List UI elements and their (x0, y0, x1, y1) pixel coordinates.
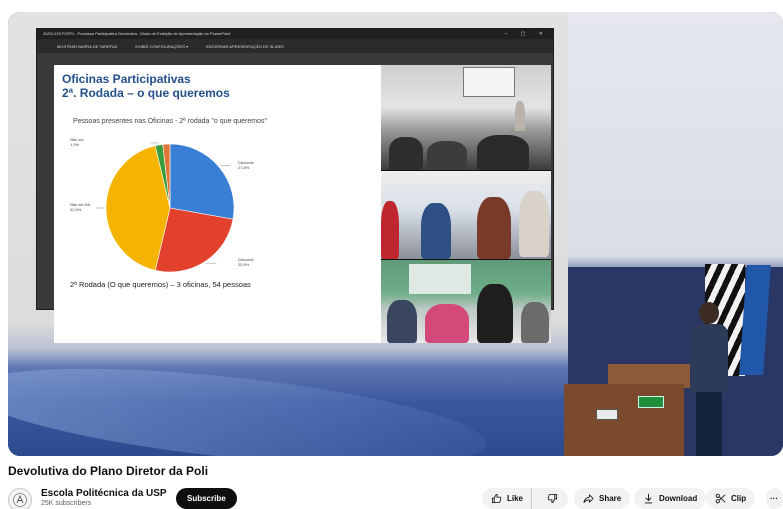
presenter-figure (686, 302, 732, 456)
channel-name[interactable]: Escola Politécnica da USP (41, 488, 167, 499)
window-controls: – ▢ ✕ (504, 31, 549, 37)
participant-shape (425, 304, 469, 343)
subscriber-count: 25K subscribers (41, 500, 92, 507)
clip-button[interactable]: Clip (706, 488, 756, 509)
participant-shape (519, 191, 549, 257)
clip-icon (715, 493, 726, 504)
audience-shape (427, 141, 467, 170)
participant-shape (477, 284, 513, 343)
display-settings-button: EXIBIR CONFIGURAÇÕES ▾ (135, 43, 188, 49)
participant-shape (521, 302, 549, 343)
share-icon (583, 494, 594, 504)
presenter-head (699, 302, 719, 324)
whiteboard (409, 264, 471, 294)
exit-sign (638, 396, 664, 408)
podium (564, 384, 684, 456)
photo-auditorium (381, 65, 551, 170)
audience-shape (477, 135, 529, 170)
like-icon (491, 493, 502, 504)
powerpoint-window-title: 20/01/125 FOPSI - Processo Participativo… (43, 31, 231, 36)
presentation-slide: Oficinas Participativas 2ª. Rodada – o q… (54, 65, 381, 343)
participant-shape (477, 197, 511, 259)
pie-slice-label: Discordo 27,8% (238, 159, 254, 170)
arrow-sign (596, 409, 618, 420)
powerpoint-title-bar: 20/01/125 FOPSI - Processo Participativo… (37, 29, 553, 39)
photo-collage (381, 65, 551, 343)
like-button[interactable]: Like (482, 488, 533, 509)
clip-label: Clip (731, 494, 747, 503)
channel-avatar-icon (13, 493, 27, 507)
pie-slice (169, 143, 235, 220)
more-icon: ··· (770, 494, 778, 503)
slide-footer-text: 2ª Rodada (O que queremos) – 3 oficinas,… (70, 280, 251, 289)
pie-slice-label: Discordo 25,9% (238, 257, 254, 268)
subscribe-button[interactable]: Subscribe (176, 488, 237, 509)
pie-chart (96, 142, 235, 273)
pie-slice-label: Não sei NA 42,6% (70, 202, 91, 212)
youtube-watch-page: 20/01/125 FOPSI - Processo Participativo… (0, 0, 783, 509)
more-actions-button[interactable]: ··· (766, 488, 783, 509)
dislike-icon (547, 493, 558, 504)
slide-title-line2: 2ª. Rodada – o que queremos (62, 86, 230, 100)
dislike-button[interactable] (537, 488, 567, 509)
presenter-body (690, 324, 728, 394)
like-label: Like (507, 494, 524, 503)
end-slideshow-button: ENCERRAR APRESENTAÇÃO DE SLIDES (206, 43, 284, 49)
audience-shape (389, 137, 423, 170)
presenter-toolbar: MOSTRAR BARRA DE TAREFAS EXIBIR CONFIGUR… (37, 39, 553, 53)
participant-shape (387, 300, 417, 343)
speaker-shape (515, 101, 525, 131)
show-taskbar-button: MOSTRAR BARRA DE TAREFAS (57, 43, 118, 49)
download-icon (644, 493, 653, 504)
like-dislike-group: Like (482, 488, 568, 509)
slide-title-line1: Oficinas Participativas (62, 72, 191, 86)
video-title: Devolutiva do Plano Diretor da Poli (8, 464, 209, 478)
presenter-legs (696, 392, 722, 456)
photo-workshop-1 (381, 171, 551, 259)
channel-avatar[interactable] (8, 488, 32, 509)
share-label: Share (599, 494, 622, 503)
participant-shape (421, 203, 451, 259)
slide-title: Oficinas Participativas 2ª. Rodada – o q… (62, 72, 230, 100)
download-label: Download (659, 494, 698, 503)
pie-slice-label: Não sei 1,9% (70, 136, 84, 147)
red-wall (381, 201, 399, 259)
download-button[interactable]: Download (634, 488, 707, 509)
share-button[interactable]: Share (574, 488, 631, 509)
projection-screen (463, 67, 515, 97)
chart-title: Pessoas presentes nas Oficinas - 2ª roda… (73, 118, 267, 125)
photo-workshop-2 (381, 260, 551, 343)
